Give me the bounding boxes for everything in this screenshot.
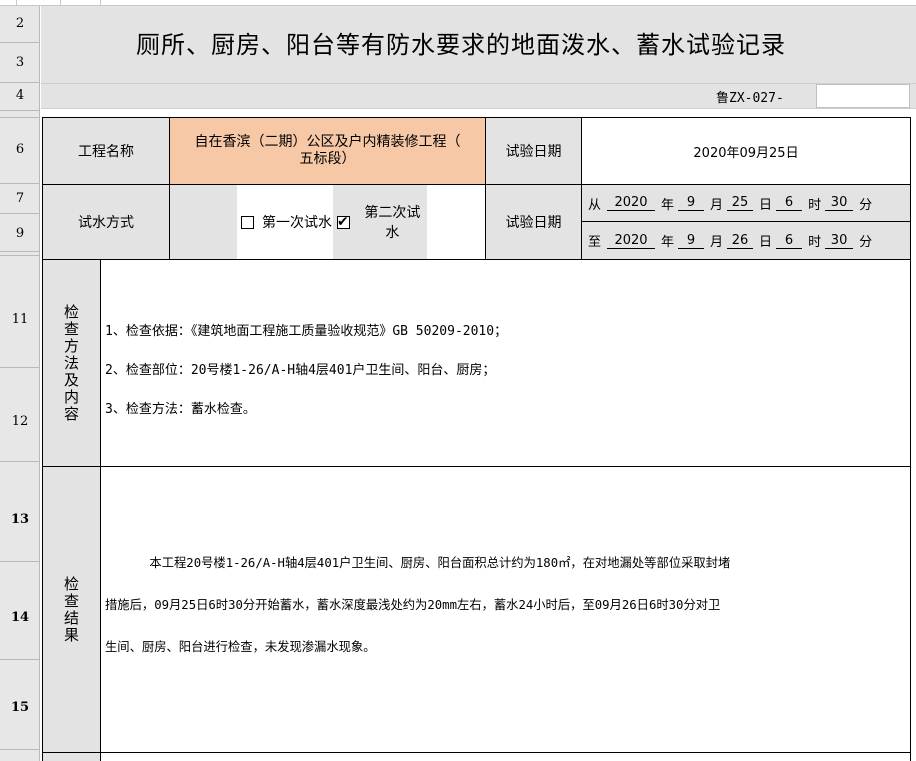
test-method-label-cell: 试水方式 [42, 184, 170, 260]
first-test-option[interactable]: 第一次试水 [237, 185, 333, 259]
next-row-content[interactable] [100, 752, 911, 761]
page-title: 厕所、厨房、阳台等有防水要求的地面泼水、蓄水试验记录 [136, 30, 786, 59]
test-method-label: 试水方式 [78, 215, 134, 231]
test-date-range-label-cell: 试验日期 [485, 184, 582, 260]
project-name-label-cell: 工程名称 [42, 117, 170, 185]
project-name-label: 工程名称 [78, 144, 134, 160]
unit-minute: 分 [859, 235, 873, 250]
date-to-year[interactable]: 2020 [607, 233, 656, 249]
second-test-checkbox[interactable]: ✔ [337, 213, 350, 230]
project-name-line-1: 自在香滨（二期）公区及户内精装修工程（ [194, 134, 461, 150]
inspection-method-content[interactable]: 1、检查依据：《建筑地面工程施工质量验收规范》GB 50209-2010； 2、… [100, 259, 911, 467]
unit-month: 月 [710, 197, 724, 213]
inspection-method-line: 3、检查方法：蓄水检查。 [105, 401, 256, 417]
row-header[interactable]: 12 [0, 368, 40, 462]
inspection-result-label: 检查结果 [62, 575, 80, 644]
row-header[interactable]: 11 [0, 256, 40, 368]
date-from-month[interactable]: 9 [678, 195, 705, 211]
unit-hour: 时 [808, 235, 822, 250]
second-test-label: 第二次试水 [364, 205, 421, 241]
first-test-checkbox[interactable] [241, 215, 254, 229]
first-test-label: 第一次试水 [262, 215, 332, 231]
test-date-label: 试验日期 [505, 144, 562, 160]
unit-minute: 分 [859, 197, 873, 213]
test-date-value: 2020年09月25日 [693, 145, 799, 161]
unit-year: 年 [661, 197, 675, 213]
checkmark-icon: ✔ [337, 213, 349, 230]
date-from-minute[interactable]: 30 [825, 195, 854, 211]
row-header[interactable]: 4 [0, 83, 40, 111]
row-header[interactable]: 14 [0, 562, 40, 660]
row-header[interactable]: 7 [0, 184, 40, 214]
date-from-prefix: 从 [588, 197, 602, 213]
date-to-month[interactable]: 9 [678, 233, 705, 249]
date-to-minute[interactable]: 30 [825, 233, 854, 249]
inspection-result-label-cell: 检查结果 [42, 466, 101, 753]
inspection-result-content[interactable]: 本工程20号楼1-26/A-H轴4层401户卫生间、厨房、阳台面积总计约为180… [100, 466, 911, 753]
test-date-range-label: 试验日期 [505, 215, 562, 231]
document-code: 鲁ZX-027- [716, 90, 784, 106]
row-header[interactable]: 2 [0, 6, 40, 43]
inspection-result-line: 生间、厨房、阳台进行检查，未发现渗漏水现象。 [105, 639, 376, 654]
date-from-day[interactable]: 25 [727, 195, 754, 211]
blank-cell [427, 185, 485, 259]
unit-day: 日 [759, 235, 773, 250]
date-to-day[interactable]: 26 [727, 233, 754, 249]
inspection-result-line: 措施后，09月25日6时30分开始蓄水，蓄水深度最浅处约为20mm左右，蓄水24… [105, 597, 721, 612]
date-from-hour[interactable]: 6 [776, 195, 803, 211]
unit-year: 年 [661, 235, 675, 250]
test-date-label-cell: 试验日期 [485, 117, 582, 185]
row-header[interactable]: 3 [0, 43, 40, 83]
second-test-option[interactable]: ✔ 第二次试水 [333, 185, 427, 259]
test-method-options-cell: 第一次试水 ✔ 第二次试水 [169, 184, 486, 260]
spacer-row [41, 109, 916, 117]
date-to-row[interactable]: 至 2020 年 9 月 26 日 6 时 30 分 [581, 221, 911, 260]
date-to-hour[interactable]: 6 [776, 233, 803, 249]
unit-hour: 时 [808, 197, 822, 213]
inspection-method-label: 检查方法及内容 [62, 303, 80, 423]
next-row-label-cell [42, 752, 101, 761]
project-name-cell[interactable]: 自在香滨（二期）公区及户内精装修工程（ 五标段） [169, 117, 486, 185]
row-header[interactable]: 6 [0, 118, 40, 184]
project-name-line-2: 五标段） [299, 151, 356, 167]
unit-month: 月 [710, 235, 724, 250]
row-header[interactable]: 9 [0, 214, 40, 252]
date-from-year[interactable]: 2020 [607, 195, 656, 211]
row-header[interactable]: 15 [0, 660, 40, 750]
code-input-cell[interactable] [816, 84, 910, 108]
date-from-row[interactable]: 从 2020 年 9 月 25 日 6 时 30 分 [581, 184, 911, 222]
inspection-method-label-cell: 检查方法及内容 [42, 259, 101, 467]
test-date-cell[interactable]: 2020年09月25日 [581, 117, 911, 185]
row-header[interactable]: 13 [0, 462, 40, 562]
unit-day: 日 [759, 197, 773, 213]
row-header-column: 2 3 4 6 7 9 11 12 13 14 15 [0, 6, 40, 761]
inspection-method-line: 1、检查依据：《建筑地面工程施工质量验收规范》GB 50209-2010； [105, 323, 508, 339]
date-to-prefix: 至 [588, 235, 602, 250]
inspection-result-line: 本工程20号楼1-26/A-H轴4层401户卫生间、厨房、阳台面积总计约为180… [105, 555, 731, 570]
row-header[interactable] [0, 111, 40, 118]
inspection-method-line: 2、检查部位：20号楼1-26/A-H轴4层401户卫生间、阳台、厨房； [105, 362, 496, 378]
